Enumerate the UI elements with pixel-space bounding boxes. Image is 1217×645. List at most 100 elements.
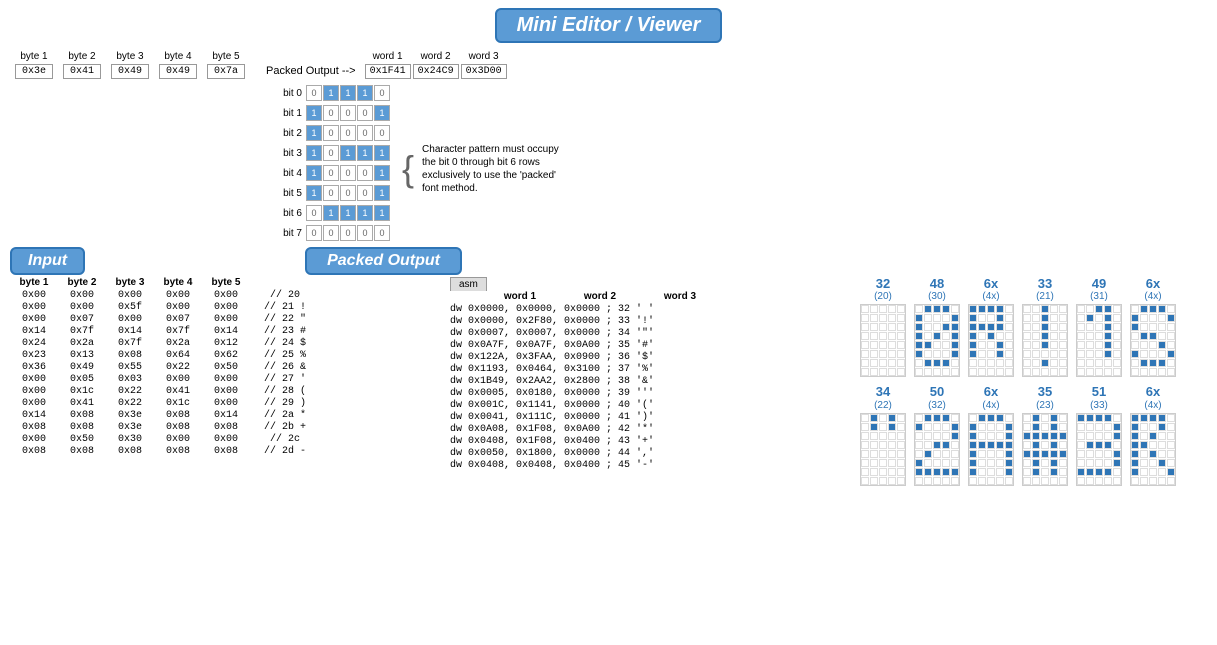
top-byte-col-1: byte 2 0x41 <box>58 51 106 79</box>
pixel-b2-r1-c3 <box>996 314 1004 322</box>
packed-row-2: dw 0x0007, 0x0007, 0x0000 ; 34 '"' <box>450 328 850 339</box>
pixel-b3-r7-c2 <box>1041 368 1049 376</box>
pixel-b9-r1-c2 <box>1041 423 1049 431</box>
pixel-b6-r7-c0 <box>861 477 869 485</box>
input-cell-r12-c0: 0x00 <box>10 434 58 445</box>
pixel-b0-r5-c1 <box>870 350 878 358</box>
pixel-b7-r4-c4 <box>951 450 959 458</box>
bit-label-3: bit 3 <box>270 148 302 159</box>
input-cell-r12-c1: 0x50 <box>58 434 106 445</box>
pixel-b7-r5-c3 <box>942 459 950 467</box>
pixel-b7-r6-c3 <box>942 468 950 476</box>
pixel-b11-r3-c2 <box>1149 441 1157 449</box>
pixel-b6-r5-c1 <box>870 459 878 467</box>
pixel-b0-r4-c1 <box>870 341 878 349</box>
pixel-b4-r6-c0 <box>1077 359 1085 367</box>
pixel-b9-r3-c4 <box>1059 441 1067 449</box>
input-cell-r2-c2: 0x00 <box>106 314 154 325</box>
pixel-b0-r0-c4 <box>897 305 905 313</box>
input-cell-r9-c4: 0x00 <box>202 398 250 409</box>
pixel-b4-r5-c3 <box>1104 350 1112 358</box>
pixel-b4-r3-c3 <box>1104 332 1112 340</box>
pixel-b1-r3-c1 <box>924 332 932 340</box>
pixel-b10-r0-c4 <box>1113 414 1121 422</box>
pixel-b11-r2-c0 <box>1131 432 1139 440</box>
input-cell-r2-c3: 0x07 <box>154 314 202 325</box>
pixel-b10-r3-c1 <box>1086 441 1094 449</box>
pixel-b9-r6-c0 <box>1023 468 1031 476</box>
pixel-b6-r0-c2 <box>879 414 887 422</box>
pixel-b11-r0-c0 <box>1131 414 1139 422</box>
pixel-b8-r3-c2 <box>987 441 995 449</box>
pixel-b2-r3-c3 <box>996 332 1004 340</box>
char-pixel-grid-8 <box>968 413 1014 486</box>
pixel-b10-r2-c1 <box>1086 432 1094 440</box>
input-cell-r4-c1: 0x2a <box>58 338 106 349</box>
pixel-b8-r1-c0 <box>969 423 977 431</box>
pixel-b2-r6-c4 <box>1005 359 1013 367</box>
input-header-1: byte 2 <box>58 277 106 288</box>
input-row-12: 0x000x500x300x000x00// 2c <box>10 434 440 445</box>
pixel-b5-r7-c3 <box>1158 368 1166 376</box>
input-header-3: byte 4 <box>154 277 202 288</box>
input-header-5 <box>250 277 310 288</box>
pixel-b5-r7-c4 <box>1167 368 1175 376</box>
pixel-b6-r1-c2 <box>879 423 887 431</box>
pixel-b9-r6-c4 <box>1059 468 1067 476</box>
packed-header-0: word 1 <box>480 291 560 302</box>
pixel-b10-r5-c4 <box>1113 459 1121 467</box>
pixel-b4-r1-c3 <box>1104 314 1112 322</box>
pixel-b5-r5-c2 <box>1149 350 1157 358</box>
pixel-b6-r1-c1 <box>870 423 878 431</box>
char-pixel-grid-10 <box>1076 413 1122 486</box>
pixel-b7-r0-c3 <box>942 414 950 422</box>
pixel-b0-r1-c3 <box>888 314 896 322</box>
bit-cell-r4-c4: 1 <box>374 165 390 181</box>
input-cell-r0-c1: 0x00 <box>58 290 106 301</box>
pixel-b6-r5-c4 <box>897 459 905 467</box>
pixel-b9-r7-c4 <box>1059 477 1067 485</box>
pixel-b1-r7-c1 <box>924 368 932 376</box>
pixel-b7-r3-c3 <box>942 441 950 449</box>
pixel-b4-r1-c1 <box>1086 314 1094 322</box>
pixel-b8-r4-c4 <box>1005 450 1013 458</box>
pixel-b11-r0-c2 <box>1149 414 1157 422</box>
pixel-b9-r6-c3 <box>1050 468 1058 476</box>
pixel-b7-r0-c0 <box>915 414 923 422</box>
input-cell-r13-c0: 0x08 <box>10 446 58 457</box>
pixel-b5-r2-c2 <box>1149 323 1157 331</box>
pixel-b8-r4-c2 <box>987 450 995 458</box>
pixel-b1-r4-c1 <box>924 341 932 349</box>
pixel-b6-r0-c3 <box>888 414 896 422</box>
pixel-b5-r2-c0 <box>1131 323 1139 331</box>
pixel-b3-r3-c4 <box>1059 332 1067 340</box>
pixel-b10-r7-c4 <box>1113 477 1121 485</box>
pixel-b6-r4-c4 <box>897 450 905 458</box>
pixel-b4-r2-c3 <box>1104 323 1112 331</box>
packed-arrow: Packed Output --> <box>250 65 364 79</box>
pixel-b4-r4-c2 <box>1095 341 1103 349</box>
bit-cell-r6-c4: 1 <box>374 205 390 221</box>
pixel-b1-r1-c1 <box>924 314 932 322</box>
pixel-b5-r5-c0 <box>1131 350 1139 358</box>
pixel-b1-r7-c4 <box>951 368 959 376</box>
input-cell-r4-c3: 0x2a <box>154 338 202 349</box>
pixel-b4-r7-c4 <box>1113 368 1121 376</box>
bit-cell-r1-c4: 1 <box>374 105 390 121</box>
input-cell-r4-c5: // 24 $ <box>250 338 320 349</box>
pixel-b6-r5-c3 <box>888 459 896 467</box>
pixel-b3-r7-c1 <box>1032 368 1040 376</box>
input-cell-r10-c4: 0x14 <box>202 410 250 421</box>
pixel-b5-r0-c0 <box>1131 305 1139 313</box>
pixel-b7-r7-c0 <box>915 477 923 485</box>
pixel-b9-r2-c1 <box>1032 432 1040 440</box>
input-cell-r13-c2: 0x08 <box>106 446 154 457</box>
pixel-b5-r1-c2 <box>1149 314 1157 322</box>
pixel-b5-r0-c1 <box>1140 305 1148 313</box>
pixel-b0-r7-c4 <box>897 368 905 376</box>
asm-tab[interactable]: asm <box>450 277 487 291</box>
input-cell-r9-c1: 0x41 <box>58 398 106 409</box>
input-cell-r12-c3: 0x00 <box>154 434 202 445</box>
pixel-b3-r6-c0 <box>1023 359 1031 367</box>
pixel-b7-r5-c4 <box>951 459 959 467</box>
